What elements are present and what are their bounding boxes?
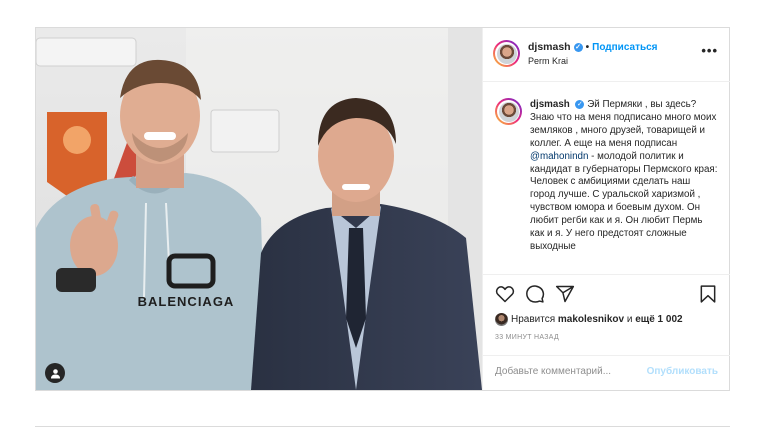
liker-username[interactable]: makolesnikov bbox=[558, 314, 624, 325]
verified-badge-icon: ✓ bbox=[573, 42, 583, 52]
liker-avatar[interactable] bbox=[495, 313, 508, 326]
share-icon[interactable] bbox=[555, 284, 575, 304]
instagram-post: BALENCIAGA djsmash ✓ • Подписаться Perm … bbox=[35, 27, 730, 391]
bookmark-icon[interactable] bbox=[698, 284, 718, 304]
user-tag-icon bbox=[50, 368, 60, 378]
likes-count[interactable]: ещё 1 002 bbox=[635, 314, 682, 325]
caption-body-end: - молодой политик и кандидат в губернато… bbox=[530, 150, 718, 252]
caption-scroll-area[interactable]: djsmash ✓ Эй Пермяки , вы здесь? Знаю чт… bbox=[483, 82, 730, 274]
caption-username[interactable]: djsmash bbox=[530, 99, 570, 110]
more-options-icon[interactable]: ••• bbox=[701, 43, 718, 58]
separator: • bbox=[585, 42, 590, 53]
caption-text: djsmash ✓ Эй Пермяки , вы здесь? Знаю чт… bbox=[530, 99, 718, 254]
post-timestamp[interactable]: 33 МИНУТ НАЗАД bbox=[495, 334, 559, 341]
comment-box: Опубликовать bbox=[483, 355, 730, 391]
avatar[interactable] bbox=[493, 40, 520, 67]
caption-avatar[interactable] bbox=[495, 98, 522, 125]
post-header: djsmash ✓ • Подписаться Perm Krai ••• bbox=[483, 28, 730, 82]
likes-middle: и bbox=[624, 314, 636, 326]
comment-icon[interactable] bbox=[525, 284, 545, 304]
likes-prefix: Нравится bbox=[511, 314, 558, 326]
likes-line: Нравится makolesnikov и ещё 1 002 bbox=[495, 313, 683, 326]
hoodie-print: BALENCIAGA bbox=[138, 294, 235, 309]
action-bar bbox=[483, 274, 730, 313]
user-tag-button[interactable] bbox=[45, 363, 65, 383]
divider bbox=[35, 426, 730, 427]
header-username[interactable]: djsmash bbox=[528, 41, 571, 53]
mention-link[interactable]: @mahonindn bbox=[530, 151, 588, 162]
header-user-line: djsmash ✓ • Подписаться bbox=[528, 41, 658, 53]
comment-input[interactable] bbox=[495, 366, 645, 377]
follow-button[interactable]: Подписаться bbox=[592, 42, 657, 53]
post-side-panel: djsmash ✓ • Подписаться Perm Krai ••• djsma… bbox=[482, 28, 730, 390]
publish-button[interactable]: Опубликовать bbox=[647, 366, 718, 377]
location-link[interactable]: Perm Krai bbox=[528, 56, 568, 66]
post-photo[interactable]: BALENCIAGA bbox=[36, 28, 482, 390]
heart-icon[interactable] bbox=[495, 284, 515, 304]
